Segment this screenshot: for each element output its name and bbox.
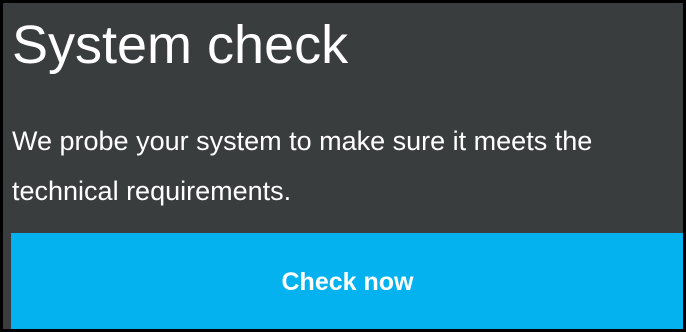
page-title: System check [12, 15, 349, 75]
description-text: We probe your system to make sure it mee… [12, 126, 593, 206]
system-check-card: System check We probe your system to mak… [0, 0, 686, 332]
check-now-button[interactable]: Check now [11, 233, 683, 329]
